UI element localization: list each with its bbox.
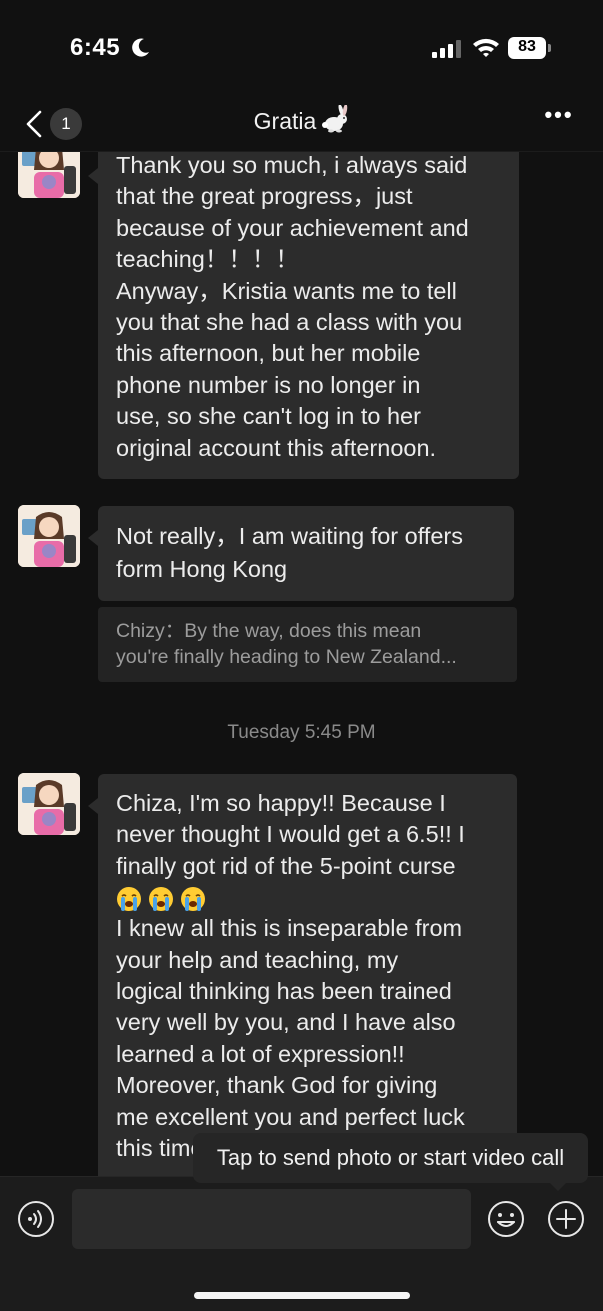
wifi-icon [473,38,499,57]
message-line: learned a lot of expression!! [116,1040,405,1067]
message-line: phone number is no longer in [116,371,421,398]
message-line: finally got rid of the 5-point curse [116,852,456,879]
message-bubble[interactable]: Thank you so much, i always said that th… [88,152,519,479]
battery-icon: 83 [508,37,552,59]
quote-line: you're finally heading to New Zealand... [116,646,457,668]
message-line: I knew all this is inseparable from [116,915,463,942]
crying-face-emoji [149,887,173,912]
cellular-signal-icon [432,40,461,58]
message-line: your help and teaching, my [116,946,399,973]
message-line: Not really，I am waiting for offers [116,523,463,549]
message-line: Moreover, thank God for giving [116,1072,438,1099]
battery-level: 83 [518,38,536,55]
chat-message-list[interactable]: Thank you so much, i always said that th… [0,152,603,1176]
message-line: me excellent you and perfect luck [116,1103,465,1130]
emoji-row [116,882,499,913]
message-line: very well by you, and I have also [116,1009,456,1036]
plus-icon[interactable] [547,1200,585,1238]
emoji-icon[interactable] [487,1200,525,1238]
message-line: that the great progress，just [116,183,413,210]
crying-face-emoji [181,887,205,912]
message-line: you that she had a class with you [116,309,463,336]
contact-avatar[interactable] [18,152,80,198]
avatar-illustration [18,505,80,567]
rabbit-icon [322,104,348,133]
message-line: Thank you so much, i always said [116,152,468,178]
message-bubble[interactable]: Not really，I am waiting for offers form … [88,506,514,601]
chat-title[interactable]: Gratia [0,104,603,135]
contact-avatar[interactable] [18,505,80,567]
contact-name: Gratia [253,108,317,134]
home-indicator[interactable] [194,1292,410,1299]
message-bubble[interactable]: Chiza, I'm so happy!! Because I never th… [88,774,517,1176]
message-line: original account this afternoon. [116,434,437,461]
message-line: this afternoon, but her mobile [116,340,421,367]
chat-input-bar [0,1176,603,1311]
message-line: teaching！！！！ [116,246,299,273]
chat-header: 1 Gratia ••• [0,96,603,152]
tooltip: Tap to send photo or start video call [193,1133,588,1191]
avatar-illustration [18,152,80,198]
contact-avatar[interactable] [18,773,80,835]
avatar-illustration [18,773,80,835]
message-line: Chiza, I'm so happy!! Because I [116,790,446,816]
status-time: 6:45 [70,34,121,61]
message-timestamp: Tuesday 5:45 PM [227,722,376,743]
quoted-message[interactable]: Chizy：By the way, does this mean you're … [98,607,517,682]
message-line: form Hong Kong [116,556,288,582]
message-line: because of your achievement and [116,214,469,241]
voice-icon[interactable] [17,1200,55,1238]
moon-icon [132,38,149,57]
message-line: logical thinking has been trained [116,978,452,1005]
message-input[interactable] [72,1189,471,1249]
more-options-button[interactable]: ••• [542,104,576,132]
quote-line: Chizy：By the way, does this mean [116,620,422,642]
message-line: Anyway，Kristia wants me to tell [116,277,457,304]
message-line: never thought I would get a 6.5!! I [116,821,465,848]
crying-face-emoji [117,887,141,912]
status-bar: 6:45 83 [0,0,603,96]
message-line: use, so she can't log in to her [116,403,421,430]
